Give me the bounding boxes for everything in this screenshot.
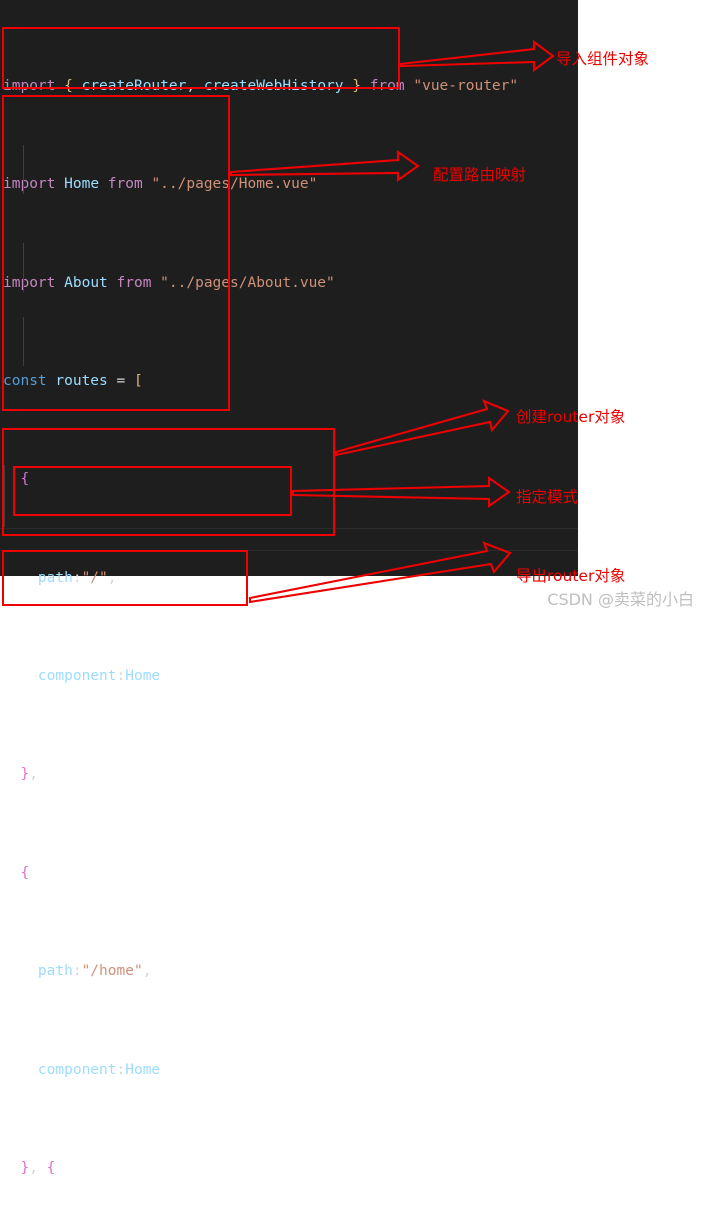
code-line-path-home: path:"/home", [37, 963, 152, 980]
token-bracket: [ [133, 372, 143, 389]
token-brace: { [64, 77, 73, 94]
code-line-open-brace-1: { [20, 471, 30, 488]
indent-guide [23, 145, 24, 194]
editor-separator [0, 528, 578, 529]
code-line-close-open-brace: }, { [20, 1159, 56, 1176]
code-line-component-home-2: component:Home [37, 1061, 161, 1078]
note-history-mode: 指定模式 [516, 488, 579, 506]
note-import: 导入组件对象 [556, 50, 650, 68]
editor-separator [0, 550, 578, 551]
code-line-close-brace-1: }, [20, 766, 38, 783]
code-line-path-root: path:"/", [37, 569, 117, 586]
token-brace: } [352, 77, 361, 94]
code-line-import-router: import { createRouter, createWebHistory … [3, 77, 519, 94]
token-keyword: import [3, 77, 56, 94]
indent-guide [4, 465, 5, 527]
code-line-open-brace-2: { [20, 864, 30, 881]
indent-guide [23, 317, 24, 366]
code-line-component-home-1: component:Home [37, 668, 161, 685]
token-string: "vue-router" [413, 77, 519, 94]
code-editor-surface: import { createRouter, createWebHistory … [0, 0, 578, 1176]
indent-guide [23, 243, 24, 292]
note-export: 导出router对象 [516, 567, 626, 585]
note-routes: 配置路由映射 [433, 166, 527, 184]
note-create-router: 创建router对象 [516, 408, 626, 426]
csdn-watermark: CSDN @卖菜的小白 [547, 590, 694, 609]
code-line-const-routes: const routes = [ [3, 372, 143, 389]
code-line-import-about: import About from "../pages/About.vue" [3, 274, 335, 291]
